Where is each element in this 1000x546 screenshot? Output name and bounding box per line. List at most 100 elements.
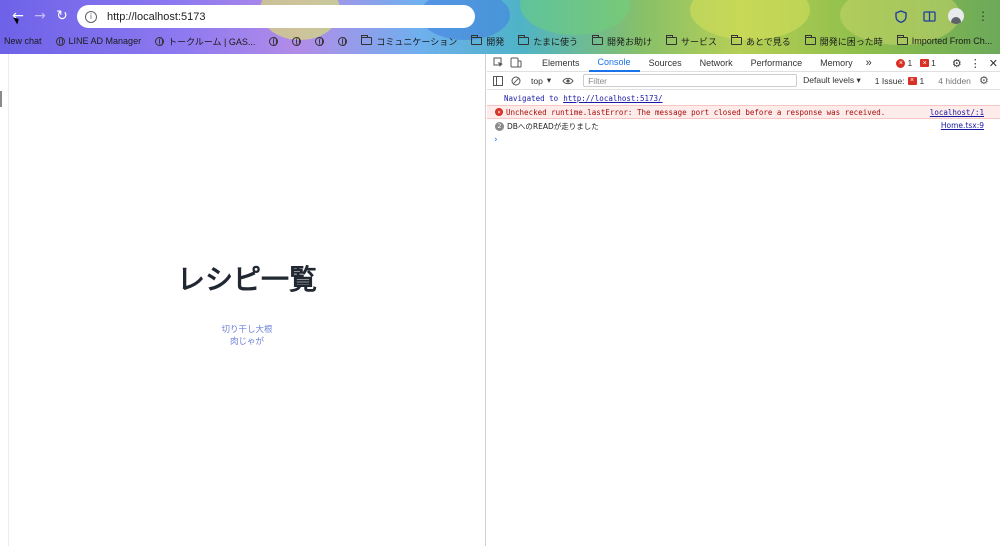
devtools-panel: Elements Console Sources Network Perform… [487,54,1000,546]
scroll-indicator [0,91,2,107]
address-url[interactable]: http://localhost:5173 [107,11,205,23]
device-toggle-icon[interactable] [507,55,525,71]
console-prompt[interactable]: › [487,133,1000,147]
issues-button[interactable]: 1 Issue: × 1 [875,76,925,86]
browser-toolbar: ← → ↻ i http://localhost:5173 ⋮ New chat… [0,0,1000,54]
bookmark-label: 開発に困った時 [819,36,883,47]
log-levels-dropdown[interactable]: Default levels ▾ [803,75,861,86]
console-error-message: × Unchecked runtime.lastError: The messa… [487,105,1000,119]
globe-icon [315,36,325,46]
error-count: 1 [907,58,913,68]
recipe-link[interactable]: 切り干し大根 [0,324,494,336]
bookmark-folder[interactable]: 開発 [471,35,504,48]
error-icon: × [495,108,503,116]
devtools-menu-icon[interactable]: ⋮ [970,57,981,70]
reload-button[interactable]: ↻ [53,7,71,25]
bookmark-label: 開発お助け [606,36,652,47]
bookmark-item[interactable]: トークルーム | GAS... [155,35,255,48]
globe-icon [55,36,65,46]
console-nav-message: Navigated to http://localhost:5173/ [487,91,1000,105]
context-label: top [531,75,543,86]
more-tabs-button[interactable]: » [862,54,876,72]
folder-icon [731,35,742,45]
bookmarks-bar: New chat LINE AD Manager トークルーム | GAS...… [0,32,1000,50]
bookmark-label: コミュニケーション [376,36,458,47]
log-source-link[interactable]: Home.tsx:9 [941,121,984,130]
issue-flag-icon: × [907,76,917,85]
bookmark-item[interactable]: New chat [4,36,42,46]
folder-icon [804,35,816,45]
bookmark-item[interactable] [269,36,279,46]
bookmark-label: たまに使う [533,36,578,47]
shield-icon[interactable] [892,7,910,25]
tab-console[interactable]: Console [588,54,640,72]
issue-flag-icon: × [920,59,930,67]
bookmark-folder[interactable]: あとで見る [731,35,791,48]
bookmark-label: New chat [4,36,42,46]
bookmark-item[interactable]: LINE AD Manager [55,36,142,46]
globe-icon [155,36,165,46]
bookmark-folder[interactable]: たまに使う [518,35,578,48]
error-source-link[interactable]: localhost/:1 [930,108,984,117]
bookmark-folder[interactable]: 開発お助け [591,35,652,48]
bookmark-folder[interactable]: 開発に困った時 [804,35,883,48]
console-settings-icon[interactable]: ⚙ [975,73,993,89]
page-title: レシピ一覧 [176,263,317,296]
tab-sources[interactable]: Sources [640,54,691,72]
tab-memory[interactable]: Memory [811,54,862,72]
bookmark-folder[interactable]: サービス [665,35,717,48]
close-icon[interactable]: ✕ [989,57,998,70]
bookmark-label: LINE AD Manager [68,36,142,46]
error-icon: × [896,58,906,68]
error-text: Unchecked runtime.lastError: The message… [506,107,886,117]
reading-mode-icon[interactable] [920,7,938,25]
toolbar-right-icons: ⋮ [892,5,1000,27]
globe-icon [292,36,302,46]
bookmark-item[interactable] [315,36,325,46]
chevron-down-icon: ▾ [546,75,552,85]
issues-label: 1 Issue: [874,75,905,86]
folder-icon [591,35,603,45]
folder-icon [361,35,373,45]
bookmark-label: サービス [680,36,717,47]
settings-gear-icon[interactable]: ⚙ [952,57,962,70]
folder-icon [896,35,908,45]
globe-icon [338,36,348,46]
toolbar-row: ← → ↻ i http://localhost:5173 ⋮ [0,0,1000,32]
console-log-message: 2 DBへのREADが走りました Home.tsx:9 [487,119,1000,133]
console-output: Navigated to http://localhost:5173/ × Un… [487,91,1000,147]
bookmark-label: Imported From Ch... [911,36,993,46]
nav-url-link[interactable]: http://localhost:5173/ [563,94,662,103]
console-toolbar: top ▾ Filter Default levels ▾ 1 Issue: ×… [487,72,1000,90]
tab-elements[interactable]: Elements [533,54,589,72]
folder-icon [471,35,483,45]
bookmark-item[interactable] [292,36,302,46]
context-selector[interactable]: top ▾ [525,75,559,86]
profile-avatar[interactable] [948,8,964,24]
tab-performance[interactable]: Performance [742,54,812,72]
bookmark-folder[interactable]: Imported From Ch... [896,35,993,46]
repeat-count-badge: 2 [495,121,504,131]
tab-network[interactable]: Network [691,54,742,72]
page-divider [8,54,9,546]
menu-kebab-icon[interactable]: ⋮ [974,7,992,25]
devtools-tab-bar: Elements Console Sources Network Perform… [487,54,1000,72]
bookmark-item[interactable] [338,36,348,46]
issues-count: 1 [919,75,925,86]
eye-icon[interactable] [559,73,577,89]
bookmark-label: トークルーム | GAS... [168,36,256,47]
recipe-link[interactable]: 肉じゃが [0,336,494,348]
sidebar-toggle-icon[interactable] [489,73,507,89]
page-viewport: レシピ一覧 切り干し大根 肉じゃが [0,54,486,546]
warning-counter[interactable]: × 1 [920,58,936,68]
clear-console-icon[interactable] [507,73,525,89]
error-counter[interactable]: × 1 [896,58,912,68]
forward-button[interactable]: → [31,7,49,25]
bookmark-label: あとで見る [746,36,791,47]
inspect-element-icon[interactable] [489,55,507,71]
site-info-icon[interactable]: i [85,10,97,23]
address-bar[interactable]: i http://localhost:5173 [77,5,475,28]
hidden-count: 4 hidden [938,75,971,86]
filter-input[interactable]: Filter [583,74,798,87]
bookmark-folder[interactable]: コミュニケーション [361,35,457,48]
